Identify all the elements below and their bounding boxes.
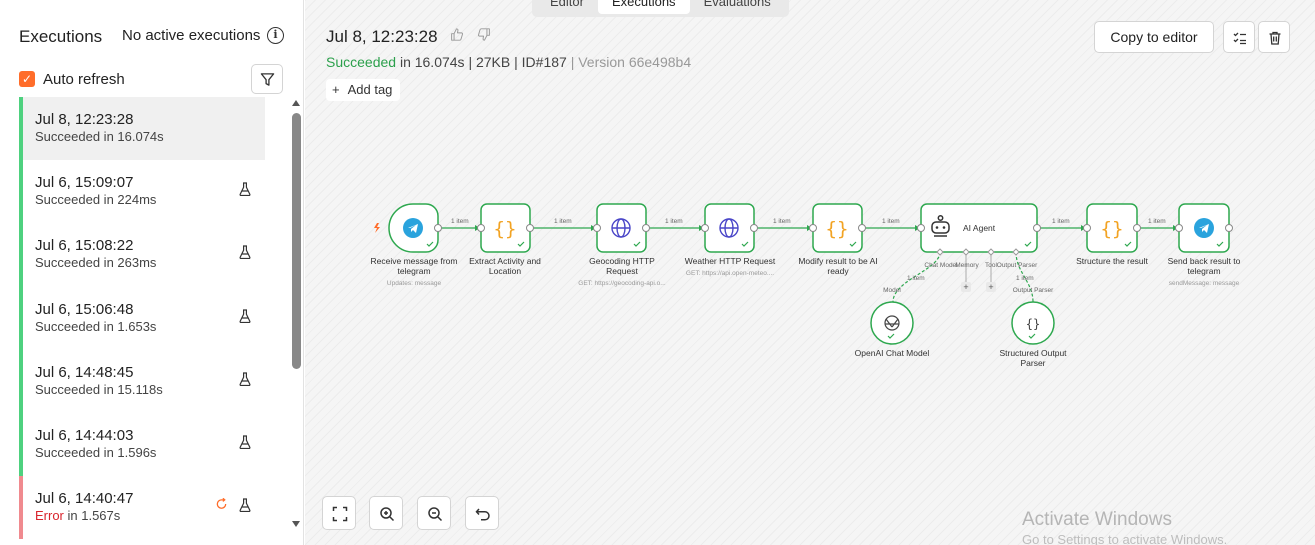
node-openai-chat-model[interactable]: Model OpenAI Chat Model [855, 287, 930, 358]
port-label-output-parser: Output Parser [997, 262, 1038, 269]
code-braces-icon: {} [1101, 218, 1124, 240]
node-label: ready [827, 266, 849, 276]
node-label: Structure the result [1076, 256, 1148, 266]
node-modify-result[interactable]: {} Modify result to be AI ready [798, 203, 878, 276]
port-label-chat-model: Chat Model [924, 262, 958, 269]
edge-label: 1 item [554, 218, 572, 225]
input-port[interactable] [1083, 224, 1091, 232]
output-port[interactable] [750, 224, 758, 232]
input-port[interactable] [1175, 224, 1183, 232]
output-port[interactable] [1225, 224, 1233, 232]
edge-label: 1 item [451, 218, 469, 225]
code-braces-icon: {} [826, 218, 849, 240]
node-extract-activity[interactable]: {} Extract Activity and Location [469, 203, 541, 276]
node-subtitle: GET: https://geocoding-api.o... [578, 280, 666, 287]
node-receive-telegram[interactable]: Receive message from telegram Updates: m… [371, 203, 458, 287]
output-port[interactable] [858, 224, 866, 232]
edge-label: 1 item [1016, 275, 1034, 282]
node-subtitle: Updates: message [387, 280, 442, 287]
port-label-memory: Memory [955, 262, 979, 269]
output-port[interactable] [1033, 224, 1041, 232]
port-label-tool: Tool [985, 262, 997, 269]
node-subtitle: sendMessage: message [1169, 280, 1240, 287]
node-label: Modify result to be AI [798, 256, 877, 266]
connector-label-model: Model [883, 287, 901, 294]
node-label: Weather HTTP Request [685, 256, 776, 266]
edge-label: 1 item [1148, 218, 1166, 225]
node-send-telegram[interactable]: Send back result to telegram sendMessage… [1168, 203, 1241, 287]
node-subtitle: GET: https://api.open-meteo.... [686, 270, 774, 277]
code-braces-icon: {} [494, 218, 517, 240]
plus-icon: + [988, 282, 993, 292]
node-label: Location [489, 266, 521, 276]
node-ai-agent[interactable]: AI Agent Chat Model Memory Tool Output P… [920, 203, 1038, 269]
node-label: Structured Output [999, 348, 1067, 358]
connector-label-output-parser: Output Parser [1013, 287, 1054, 294]
input-port[interactable] [593, 224, 601, 232]
edge-label: 1 item [882, 218, 900, 225]
edge-label: 1 item [1052, 218, 1070, 225]
node-geocoding-request[interactable]: Geocoding HTTP Request GET: https://geoc… [578, 203, 666, 287]
node-label: Parser [1020, 358, 1045, 368]
agent-label: AI Agent [963, 223, 996, 233]
node-label: telegram [397, 266, 430, 276]
node-label: telegram [1187, 266, 1220, 276]
json-braces-icon: {} [1026, 317, 1040, 331]
output-port[interactable] [642, 224, 650, 232]
trigger-bolt-icon [374, 223, 380, 233]
edge-label: 1 item [665, 218, 683, 225]
input-port[interactable] [809, 224, 817, 232]
node-label: Request [606, 266, 638, 276]
node-label: Send back result to [1168, 256, 1241, 266]
node-label: Extract Activity and [469, 256, 541, 266]
add-tool-button[interactable]: + [986, 282, 996, 292]
input-port[interactable] [477, 224, 485, 232]
node-structure-result[interactable]: {} Structure the result [1076, 203, 1149, 266]
edge-label: 1 item [773, 218, 791, 225]
workflow-graph: 1 item 1 item 1 item 1 item 1 item 1 ite… [371, 203, 1241, 368]
node-weather-request[interactable]: Weather HTTP Request GET: https://api.op… [685, 203, 776, 277]
output-port[interactable] [434, 224, 442, 232]
input-port[interactable] [701, 224, 709, 232]
edge-label: 1 item [907, 275, 925, 282]
add-memory-button[interactable]: + [961, 282, 971, 292]
node-label: Receive message from [371, 256, 458, 266]
output-port[interactable] [1133, 224, 1141, 232]
node-label: OpenAI Chat Model [855, 348, 930, 358]
node-label: Geocoding HTTP [589, 256, 655, 266]
plus-icon: + [963, 282, 968, 292]
output-port[interactable] [526, 224, 534, 232]
input-port[interactable] [917, 224, 925, 232]
